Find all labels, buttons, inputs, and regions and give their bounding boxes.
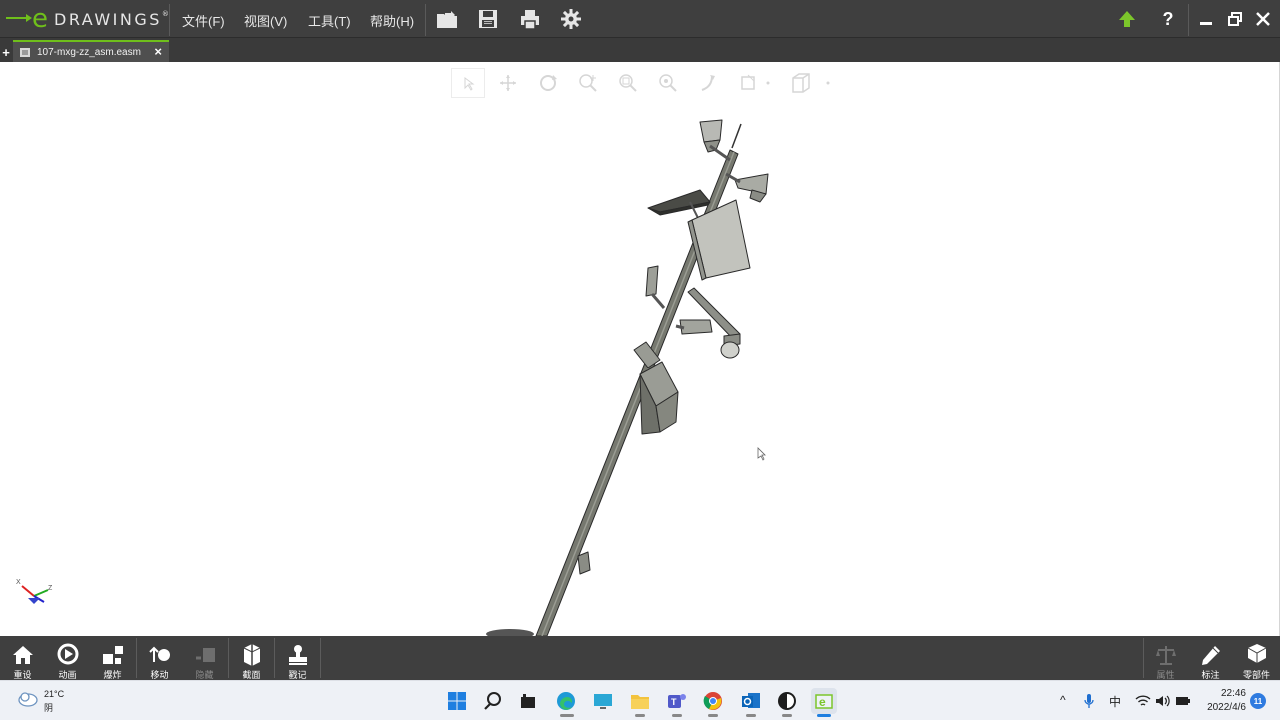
- components-button[interactable]: 零部件: [1234, 636, 1279, 680]
- markup-button[interactable]: 标注: [1188, 636, 1233, 680]
- explode-button[interactable]: 爆炸: [90, 636, 135, 680]
- bottom-toolbar: 重设 动画 爆炸 移动 隐藏 截面 戳记 属性 标注 零部件: [0, 636, 1280, 680]
- cloud-icon: [18, 692, 38, 707]
- axis-x-label: X: [16, 579, 21, 586]
- svg-text:T: T: [671, 697, 677, 707]
- running-indicator: [635, 714, 645, 717]
- windows-taskbar: 21°C 阴 T e ^ 中 22:46 2022/4/6 11: [0, 680, 1280, 720]
- axis-z-label: Z: [48, 585, 53, 592]
- close-icon[interactable]: [1249, 6, 1277, 32]
- move-icon: [148, 646, 170, 662]
- new-tab-button[interactable]: +: [0, 45, 12, 60]
- stamp-button[interactable]: 戳记: [275, 636, 320, 680]
- tray-overflow-icon[interactable]: ^: [1060, 693, 1066, 707]
- scale-balance-icon: [1155, 646, 1176, 665]
- running-indicator: [560, 714, 574, 717]
- home-icon: [12, 646, 33, 664]
- tab-label: 107-mxg-zz_asm.easm: [37, 46, 141, 58]
- menu-tools[interactable]: 工具(T): [308, 11, 351, 30]
- hide-icon: [195, 648, 215, 662]
- input-method-indicator[interactable]: 中: [1109, 693, 1121, 710]
- explode-icon: [102, 646, 123, 664]
- document-tab-bar: + 107-mxg-zz_asm.easm ×: [0, 38, 1280, 62]
- system-clock[interactable]: 22:46 2022/4/6: [1196, 687, 1246, 715]
- tab-close-icon[interactable]: ×: [154, 44, 162, 59]
- weather-widget[interactable]: 21°C 阴: [16, 688, 64, 713]
- stamp-icon: [288, 645, 307, 665]
- volume-icon[interactable]: [1154, 688, 1172, 714]
- move-button[interactable]: 移动: [137, 636, 182, 680]
- section-icon: [243, 644, 260, 666]
- update-arrow-icon[interactable]: [1113, 6, 1141, 32]
- edge-browser-icon[interactable]: [553, 688, 579, 714]
- divider: [425, 4, 426, 36]
- battery-icon[interactable]: [1174, 688, 1192, 714]
- media-app-icon[interactable]: [774, 688, 800, 714]
- divider: [320, 638, 321, 678]
- mouse-cursor-icon: [757, 447, 766, 461]
- running-indicator: [672, 714, 682, 717]
- folder-icon[interactable]: [627, 688, 653, 714]
- svg-text:e: e: [819, 695, 826, 709]
- print-icon[interactable]: [516, 6, 544, 32]
- clock-date: 2022/4/6: [1207, 702, 1246, 713]
- properties-button[interactable]: 属性: [1143, 636, 1188, 680]
- windows-start-icon[interactable]: [444, 688, 470, 714]
- open-file-icon[interactable]: [433, 6, 461, 32]
- home-reset-button[interactable]: 重设: [0, 636, 45, 680]
- title-bar: e DRAWINGS® 文件(F) 视图(V) 工具(T) 帮助(H) ?: [0, 0, 1280, 38]
- save-icon[interactable]: [474, 6, 502, 32]
- animate-icon: [57, 643, 78, 665]
- axis-triad-icon: X Z: [16, 579, 53, 604]
- minimize-icon[interactable]: [1192, 6, 1220, 32]
- chrome-icon[interactable]: [700, 688, 726, 714]
- divider: [1188, 4, 1189, 36]
- microphone-icon[interactable]: [1080, 688, 1098, 714]
- edrawings-logo-icon: e: [6, 4, 48, 33]
- running-indicator: [746, 714, 756, 717]
- 3d-viewport[interactable]: X Z: [0, 62, 1280, 636]
- search-icon[interactable]: [480, 688, 506, 714]
- tab-document[interactable]: 107-mxg-zz_asm.easm ×: [13, 40, 169, 62]
- menu-view[interactable]: 视图(V): [244, 11, 287, 30]
- monitor-icon[interactable]: [590, 688, 616, 714]
- running-indicator: [708, 714, 718, 717]
- svg-text:e: e: [32, 4, 48, 33]
- assembly-file-icon: [20, 48, 30, 57]
- edrawings-app-icon[interactable]: e: [811, 688, 837, 714]
- brand-wordmark: DRAWINGS®: [54, 10, 169, 29]
- file-manager-icon[interactable]: [515, 688, 541, 714]
- outlook-icon[interactable]: [738, 688, 764, 714]
- pole-assembly-model[interactable]: [0, 62, 1280, 636]
- hide-button[interactable]: 隐藏: [182, 636, 227, 680]
- pencil-icon: [1201, 646, 1220, 665]
- teams-icon[interactable]: T: [664, 688, 690, 714]
- help-icon[interactable]: ?: [1154, 6, 1182, 32]
- menu-help[interactable]: 帮助(H): [370, 11, 414, 30]
- wifi-icon[interactable]: [1134, 688, 1152, 714]
- clock-time: 22:46: [1220, 688, 1246, 699]
- settings-gear-icon[interactable]: [557, 6, 585, 32]
- running-indicator: [782, 714, 792, 717]
- section-button[interactable]: 截面: [229, 636, 274, 680]
- edrawings-logo: e DRAWINGS®: [2, 3, 169, 33]
- notification-badge[interactable]: 11: [1250, 693, 1266, 709]
- components-icon: [1247, 644, 1266, 663]
- active-indicator: [817, 714, 831, 717]
- divider: [169, 4, 170, 36]
- menu-file[interactable]: 文件(F): [182, 11, 225, 30]
- restore-icon[interactable]: [1221, 6, 1249, 32]
- animate-button[interactable]: 动画: [45, 636, 90, 680]
